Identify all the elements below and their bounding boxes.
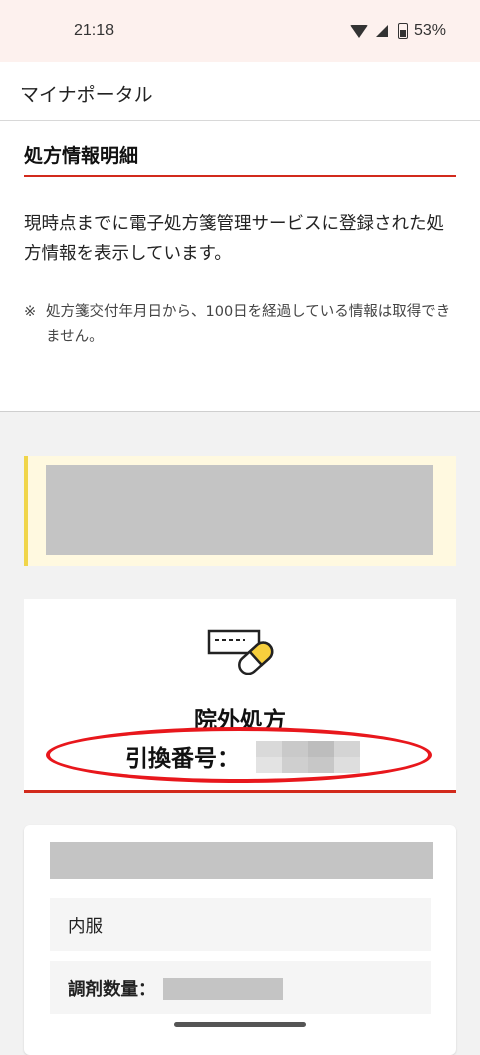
- highlight-circle: [46, 727, 432, 783]
- app-bar: マイナポータル: [0, 62, 480, 121]
- quantity-row: 調剤数量：: [50, 961, 431, 1014]
- wifi-icon: [349, 24, 368, 38]
- description-text: 現時点までに電子処方箋管理サービスに登録された処方情報を表示しています。: [24, 214, 444, 264]
- notice-box: [24, 456, 456, 566]
- battery-icon: [397, 23, 408, 39]
- battery-percent: 53%: [413, 22, 446, 39]
- redacted-content: [46, 465, 433, 555]
- dosage-form: 内服: [68, 917, 103, 937]
- medication-detail-card: 内服 調剤数量：: [24, 825, 456, 1055]
- quantity-label: 調剤数量：: [68, 980, 156, 1000]
- app-title: マイナポータル: [20, 84, 153, 106]
- page-heading: 処方情報明細: [24, 141, 456, 177]
- gesture-nav-bar[interactable]: [174, 1022, 306, 1027]
- status-time: 21:18: [74, 22, 115, 39]
- note-text: 処方箋交付年月日から、100日を経過している情報は取得できません。: [46, 304, 451, 345]
- prescription-card: 院外処方 引換番号：: [24, 599, 456, 793]
- info-card: 処方情報明細 現時点までに電子処方箋管理サービスに登録された処方情報を表示してい…: [0, 121, 480, 412]
- dosage-form-row: 内服: [50, 898, 431, 951]
- status-bar: 21:18 53%: [0, 0, 480, 62]
- redacted-quantity: [163, 978, 283, 1000]
- prescription-pill-icon: [207, 629, 274, 675]
- note-mark: ※: [24, 304, 37, 320]
- redacted-medication-name: [50, 842, 433, 879]
- status-icons: 53%: [349, 22, 446, 40]
- cellular-signal-icon: [375, 25, 388, 37]
